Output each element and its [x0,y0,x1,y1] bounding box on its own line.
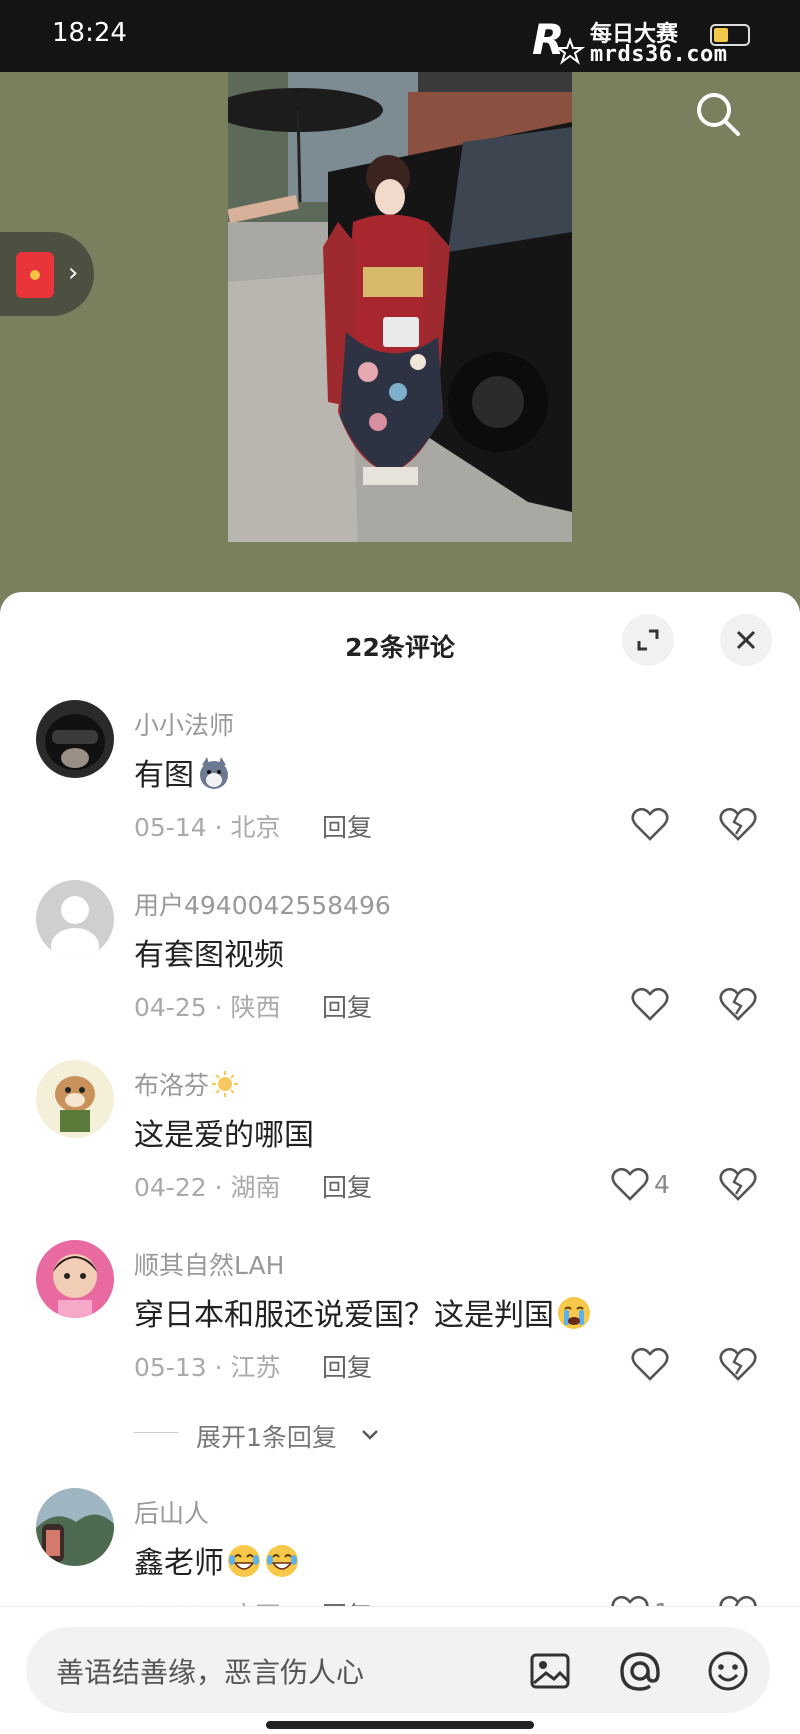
comment-username: 布洛芬 [134,1066,239,1102]
avatar[interactable] [36,700,114,778]
chevron-right-icon: › [68,258,79,288]
comment-input-placeholder: 善语结善缘，恶言伤人心 [56,1656,365,1689]
crying-emoji [558,1297,590,1329]
comment-text: 这是爱的哪国 [134,1110,314,1154]
comment-text: 穿日本和服还说爱国？这是判国 [134,1290,592,1334]
comment-username[interactable]: 用户4940042558496 [134,886,391,922]
comment-location: 江苏 [230,1353,281,1382]
comment-input-bar: 善语结善缘，恶言伤人心 [0,1606,800,1734]
heart-icon[interactable] [630,806,670,842]
status-bar: 18:24 R 每日大赛 mrds36.com [0,0,800,72]
image-icon[interactable] [528,1649,572,1693]
comment-username[interactable]: 顺其自然LAH [134,1246,284,1282]
like-count: 4 [654,1170,670,1199]
kimono-photo [228,72,572,542]
comments-sheet: 22条评论 [0,592,800,1733]
comment-text-body: 有套图视频 [134,938,284,973]
comment-meta: 05-14 · 北京 [134,813,281,842]
comment-username[interactable]: 小小法师 [134,706,234,742]
comment-text-body: 穿日本和服还说爱国？这是判国 [134,1298,554,1333]
comment-username[interactable]: 后山人 [134,1494,209,1530]
at-icon[interactable] [618,1649,662,1693]
comment-date: 04-25 [134,993,207,1022]
reply-button[interactable]: 回复 [322,1348,372,1384]
broken-heart-icon[interactable] [718,806,758,842]
broken-heart-icon[interactable] [718,986,758,1022]
comment-username-text[interactable]: 布洛芬 [134,1071,209,1100]
reply-button[interactable]: 回复 [322,1168,372,1204]
comment-text-body: 有图 [134,758,194,793]
reply-button[interactable]: 回复 [322,808,372,844]
expand-icon [637,629,659,651]
close-button[interactable] [720,614,772,666]
comment-meta: 04-25 · 陕西 [134,993,281,1022]
status-time: 18:24 [52,18,127,48]
divider [134,1432,178,1433]
search-icon[interactable] [690,86,746,142]
heart-icon[interactable] [630,986,670,1022]
comment-location: 北京 [230,813,281,842]
comment-date: 05-14 [134,813,207,842]
comment-text: 有图 [134,750,232,794]
comment-date: 04-22 [134,1173,207,1202]
battery-icon [710,24,750,46]
svg-text:R: R [532,15,564,64]
comment-location: 陕西 [230,993,281,1022]
comment-text-body: 这是爱的哪国 [134,1118,314,1153]
comment-date: 05-13 [134,1353,207,1382]
video-area[interactable]: › [0,72,800,612]
comment-location: 湖南 [230,1173,281,1202]
watermark-logo: R [532,15,586,65]
expand-replies-label: 展开1条回复 [196,1423,337,1452]
comment-meta: 05-13 · 江苏 [134,1353,281,1382]
comments-title: 22条评论 [345,633,455,662]
comment-text-body: 鑫老师 [134,1546,224,1581]
laugh-emoji [228,1545,260,1577]
chevron-down-icon [362,1430,378,1440]
emoji-icon[interactable] [706,1649,750,1693]
broken-heart-icon[interactable] [718,1346,758,1382]
comment-text: 鑫老师 [134,1538,300,1582]
heart-icon[interactable] [630,1346,670,1382]
close-icon [736,630,756,650]
comment-text: 有套图视频 [134,930,284,974]
laugh-emoji [266,1545,298,1577]
red-packet-icon [16,252,54,298]
avatar[interactable] [36,880,114,958]
avatar[interactable] [36,1060,114,1138]
comment-meta: 04-22 · 湖南 [134,1173,281,1202]
red-packet-button[interactable]: › [0,232,94,316]
watermark-url: mrds36.com [590,42,728,67]
heart-icon[interactable] [610,1166,650,1202]
comment-input[interactable]: 善语结善缘，恶言伤人心 [26,1627,770,1713]
avatar[interactable] [36,1240,114,1318]
wolf-emoji [200,757,228,789]
reply-button[interactable]: 回复 [322,988,372,1024]
sun-emoji [212,1071,239,1097]
expand-button[interactable] [622,614,674,666]
broken-heart-icon[interactable] [718,1166,758,1202]
avatar[interactable] [36,1488,114,1566]
home-indicator[interactable] [266,1721,534,1729]
